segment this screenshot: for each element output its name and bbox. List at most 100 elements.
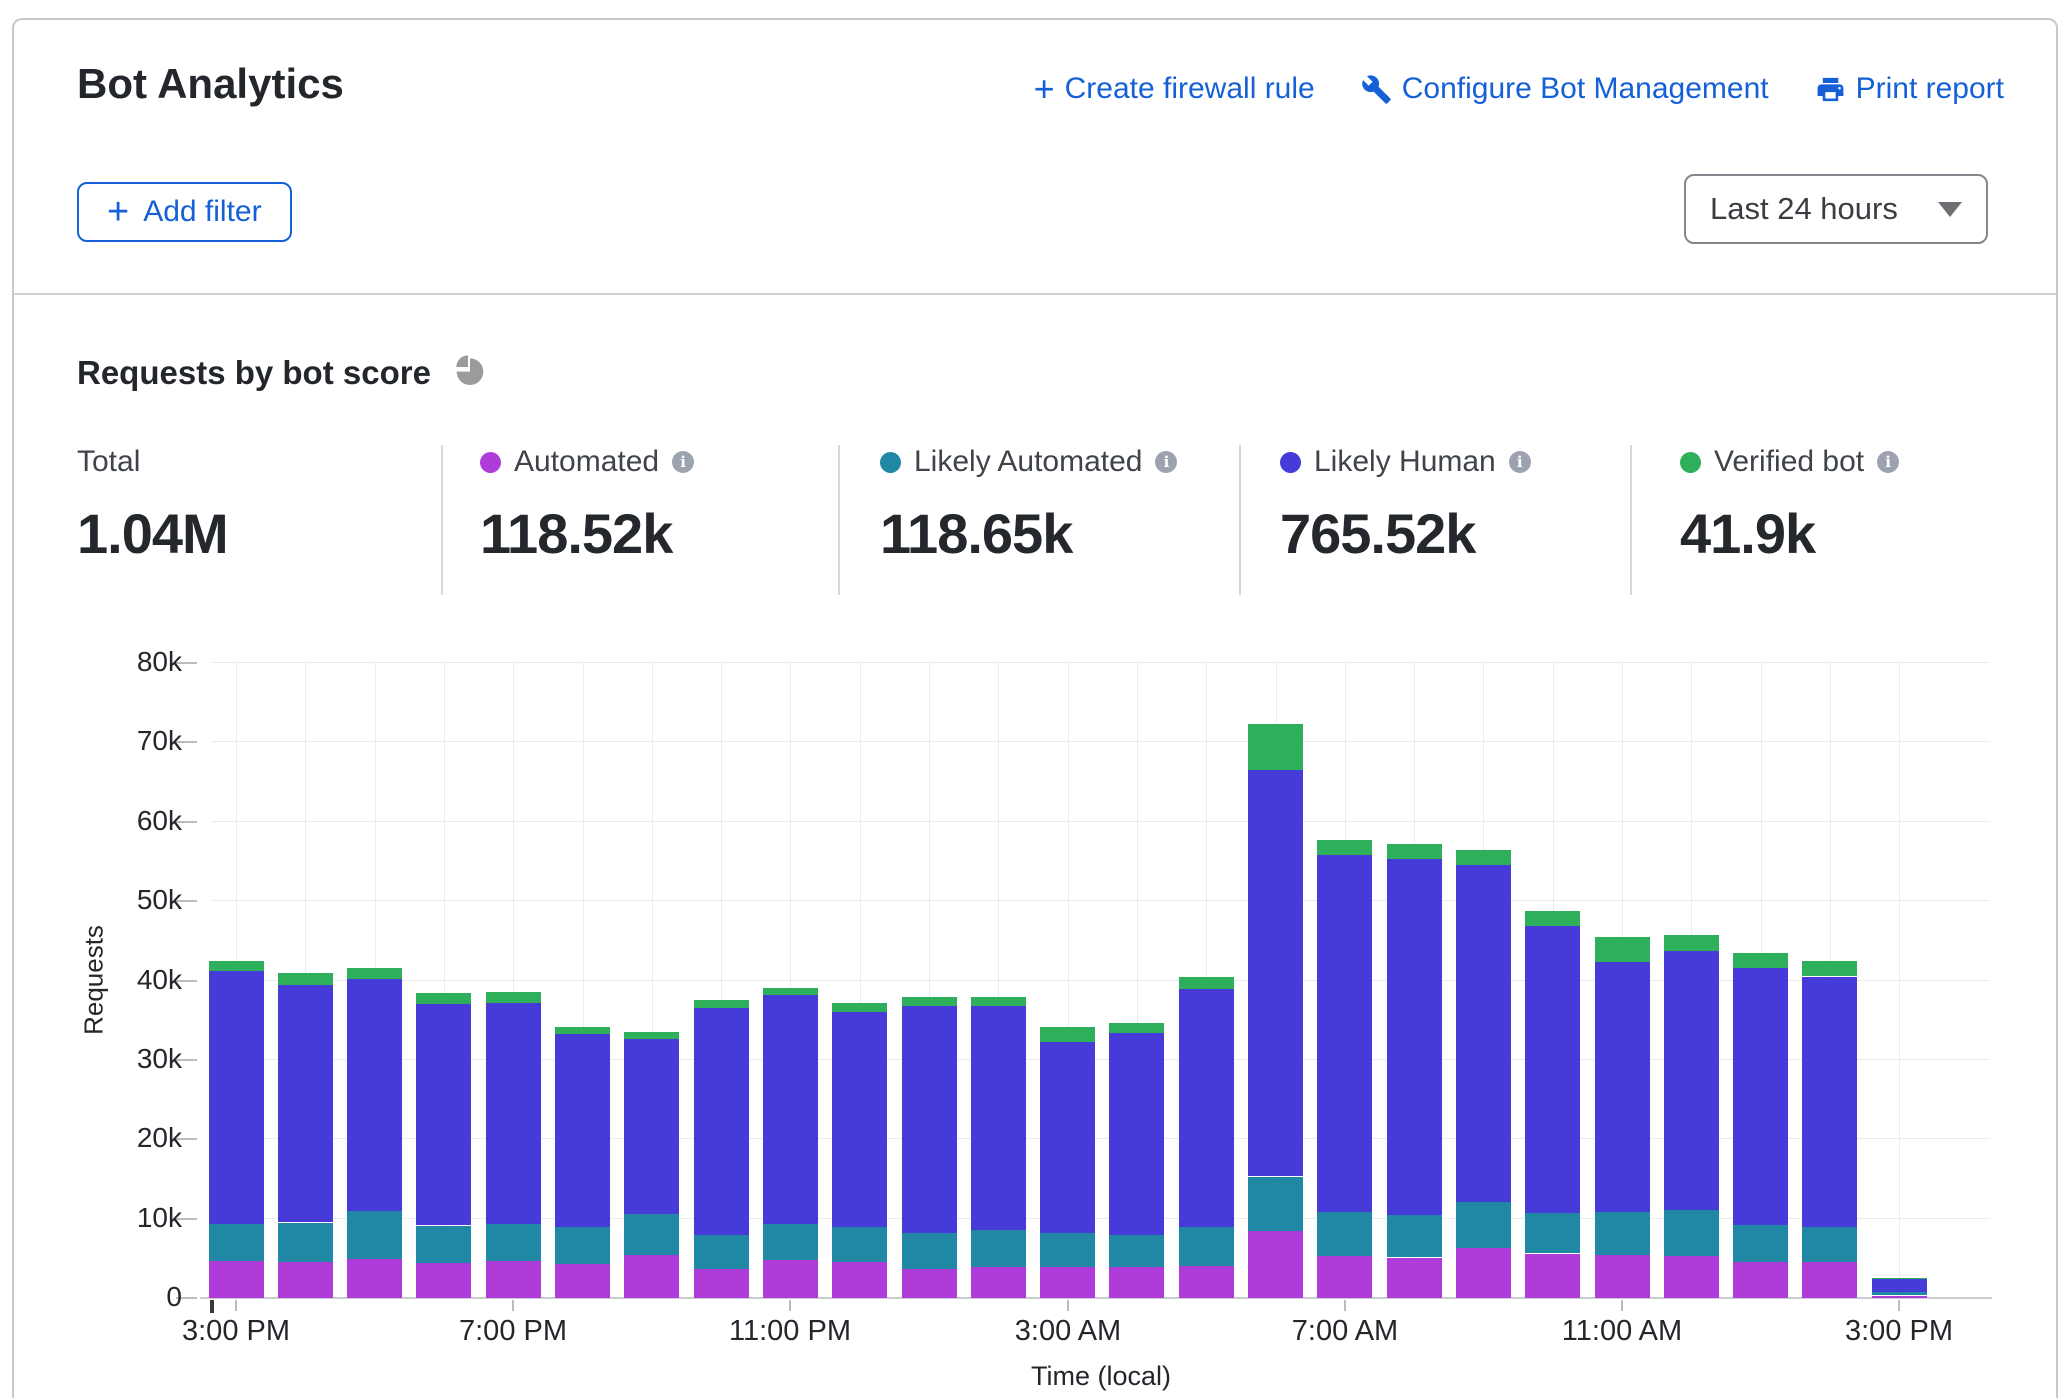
bar-segment-likely-automated[interactable] [1802, 1227, 1857, 1262]
bar-segment-likely-human[interactable] [832, 1011, 887, 1227]
bar-segment-automated[interactable] [694, 1269, 749, 1298]
bar-segment-automated[interactable] [624, 1255, 679, 1298]
bar-segment-likely-human[interactable] [1248, 770, 1303, 1176]
bar-segment-likely-human[interactable] [486, 1003, 541, 1224]
bar-segment-likely-automated[interactable] [1248, 1177, 1303, 1231]
bar-segment-automated[interactable] [278, 1261, 333, 1298]
bar-segment-likely-automated[interactable] [763, 1223, 818, 1260]
bar-segment-likely-automated[interactable] [1387, 1215, 1442, 1257]
bar-segment-likely-automated[interactable] [971, 1230, 1026, 1267]
bar-segment-automated[interactable] [1525, 1254, 1580, 1298]
bar-segment-automated[interactable] [1664, 1256, 1719, 1298]
bar-segment-verified-bot[interactable] [902, 997, 957, 1006]
bar-segment-likely-human[interactable] [1387, 859, 1442, 1215]
bar-segment-likely-human[interactable] [694, 1008, 749, 1235]
bar-segment-verified-bot[interactable] [1109, 1023, 1164, 1033]
bar-segment-verified-bot[interactable] [1317, 840, 1372, 855]
bar-segment-verified-bot[interactable] [347, 968, 402, 979]
bar-segment-automated[interactable] [209, 1261, 264, 1298]
bar-segment-verified-bot[interactable] [1040, 1027, 1095, 1042]
info-icon[interactable]: i [1877, 451, 1899, 473]
bar-segment-verified-bot[interactable] [1179, 977, 1234, 989]
bar-segment-likely-human[interactable] [1595, 961, 1650, 1212]
bar-segment-verified-bot[interactable] [1525, 911, 1580, 926]
bar-segment-likely-automated[interactable] [555, 1227, 610, 1264]
bar-segment-automated[interactable] [902, 1269, 957, 1298]
bar-segment-likely-human[interactable] [971, 1006, 1026, 1230]
bar-segment-likely-human[interactable] [555, 1034, 610, 1227]
bar-segment-likely-automated[interactable] [1456, 1201, 1511, 1248]
bar-segment-automated[interactable] [763, 1260, 818, 1298]
bar-segment-likely-human[interactable] [1317, 855, 1372, 1212]
bar-segment-automated[interactable] [416, 1263, 471, 1298]
bar-segment-likely-automated[interactable] [1872, 1292, 1927, 1295]
bar-segment-likely-human[interactable] [1525, 926, 1580, 1213]
bar-segment-automated[interactable] [1733, 1261, 1788, 1298]
bar-segment-likely-human[interactable] [763, 995, 818, 1224]
info-icon[interactable]: i [1509, 451, 1531, 473]
bar-segment-likely-automated[interactable] [1179, 1227, 1234, 1266]
bar-segment-automated[interactable] [555, 1263, 610, 1298]
bar-segment-verified-bot[interactable] [624, 1032, 679, 1039]
bar-segment-automated[interactable] [1317, 1256, 1372, 1298]
bar-segment-automated[interactable] [1872, 1296, 1927, 1298]
bar-segment-verified-bot[interactable] [832, 1003, 887, 1012]
info-icon[interactable]: i [1155, 451, 1177, 473]
time-range-dropdown[interactable]: Last 24 hours [1684, 174, 1988, 244]
bar-segment-likely-human[interactable] [209, 970, 264, 1224]
bar-segment-likely-human[interactable] [1664, 951, 1719, 1210]
bar-segment-verified-bot[interactable] [1872, 1278, 1927, 1279]
bar-segment-likely-automated[interactable] [416, 1226, 471, 1263]
create-firewall-rule-link[interactable]: + Create firewall rule [1034, 72, 1315, 106]
bar-segment-verified-bot[interactable] [763, 988, 818, 995]
bar-segment-likely-automated[interactable] [694, 1235, 749, 1269]
bar-segment-likely-human[interactable] [1733, 968, 1788, 1225]
bar-segment-automated[interactable] [486, 1261, 541, 1298]
add-filter-button[interactable]: + Add filter [77, 182, 292, 242]
bar-segment-likely-human[interactable] [902, 1006, 957, 1233]
bar-segment-likely-automated[interactable] [902, 1233, 957, 1269]
bar-segment-verified-bot[interactable] [1595, 937, 1650, 962]
bar-segment-likely-human[interactable] [1109, 1033, 1164, 1235]
bar-segment-likely-automated[interactable] [209, 1224, 264, 1261]
bar-segment-verified-bot[interactable] [1456, 850, 1511, 865]
bar-segment-likely-human[interactable] [1179, 988, 1234, 1227]
bar-segment-automated[interactable] [1802, 1261, 1857, 1298]
bar-segment-likely-automated[interactable] [624, 1214, 679, 1255]
bar-segment-likely-automated[interactable] [1040, 1233, 1095, 1267]
bar-segment-likely-automated[interactable] [1595, 1212, 1650, 1255]
bar-segment-likely-automated[interactable] [832, 1227, 887, 1262]
bar-segment-automated[interactable] [1387, 1258, 1442, 1298]
bar-segment-automated[interactable] [1595, 1255, 1650, 1298]
bar-segment-verified-bot[interactable] [1387, 844, 1442, 859]
bar-segment-automated[interactable] [1456, 1248, 1511, 1298]
bar-segment-automated[interactable] [971, 1267, 1026, 1298]
bar-segment-verified-bot[interactable] [1664, 935, 1719, 951]
bar-segment-likely-automated[interactable] [1109, 1235, 1164, 1267]
bar-segment-likely-human[interactable] [1040, 1042, 1095, 1233]
bar-segment-likely-human[interactable] [416, 1004, 471, 1225]
bar-segment-verified-bot[interactable] [694, 1000, 749, 1008]
bar-segment-likely-automated[interactable] [486, 1224, 541, 1261]
bar-segment-likely-human[interactable] [1456, 865, 1511, 1202]
bar-segment-likely-human[interactable] [278, 984, 333, 1222]
bar-segment-verified-bot[interactable] [278, 973, 333, 985]
bar-segment-verified-bot[interactable] [555, 1027, 610, 1034]
bar-segment-verified-bot[interactable] [209, 961, 264, 971]
configure-bot-management-link[interactable]: Configure Bot Management [1361, 72, 1769, 106]
bar-segment-likely-automated[interactable] [1664, 1210, 1719, 1256]
bar-segment-automated[interactable] [1040, 1267, 1095, 1298]
bar-segment-likely-human[interactable] [1872, 1278, 1927, 1292]
bar-segment-automated[interactable] [1179, 1266, 1234, 1298]
info-icon[interactable]: i [672, 451, 694, 473]
bar-segment-likely-human[interactable] [1802, 977, 1857, 1227]
bar-segment-likely-automated[interactable] [1733, 1225, 1788, 1262]
bar-segment-likely-human[interactable] [624, 1039, 679, 1214]
bar-segment-likely-automated[interactable] [1317, 1212, 1372, 1256]
bar-segment-likely-automated[interactable] [347, 1211, 402, 1259]
bar-segment-verified-bot[interactable] [486, 992, 541, 1003]
bar-segment-verified-bot[interactable] [1802, 961, 1857, 976]
bar-segment-automated[interactable] [1109, 1267, 1164, 1298]
bar-segment-likely-automated[interactable] [1525, 1213, 1580, 1253]
print-report-link[interactable]: Print report [1815, 72, 2004, 106]
